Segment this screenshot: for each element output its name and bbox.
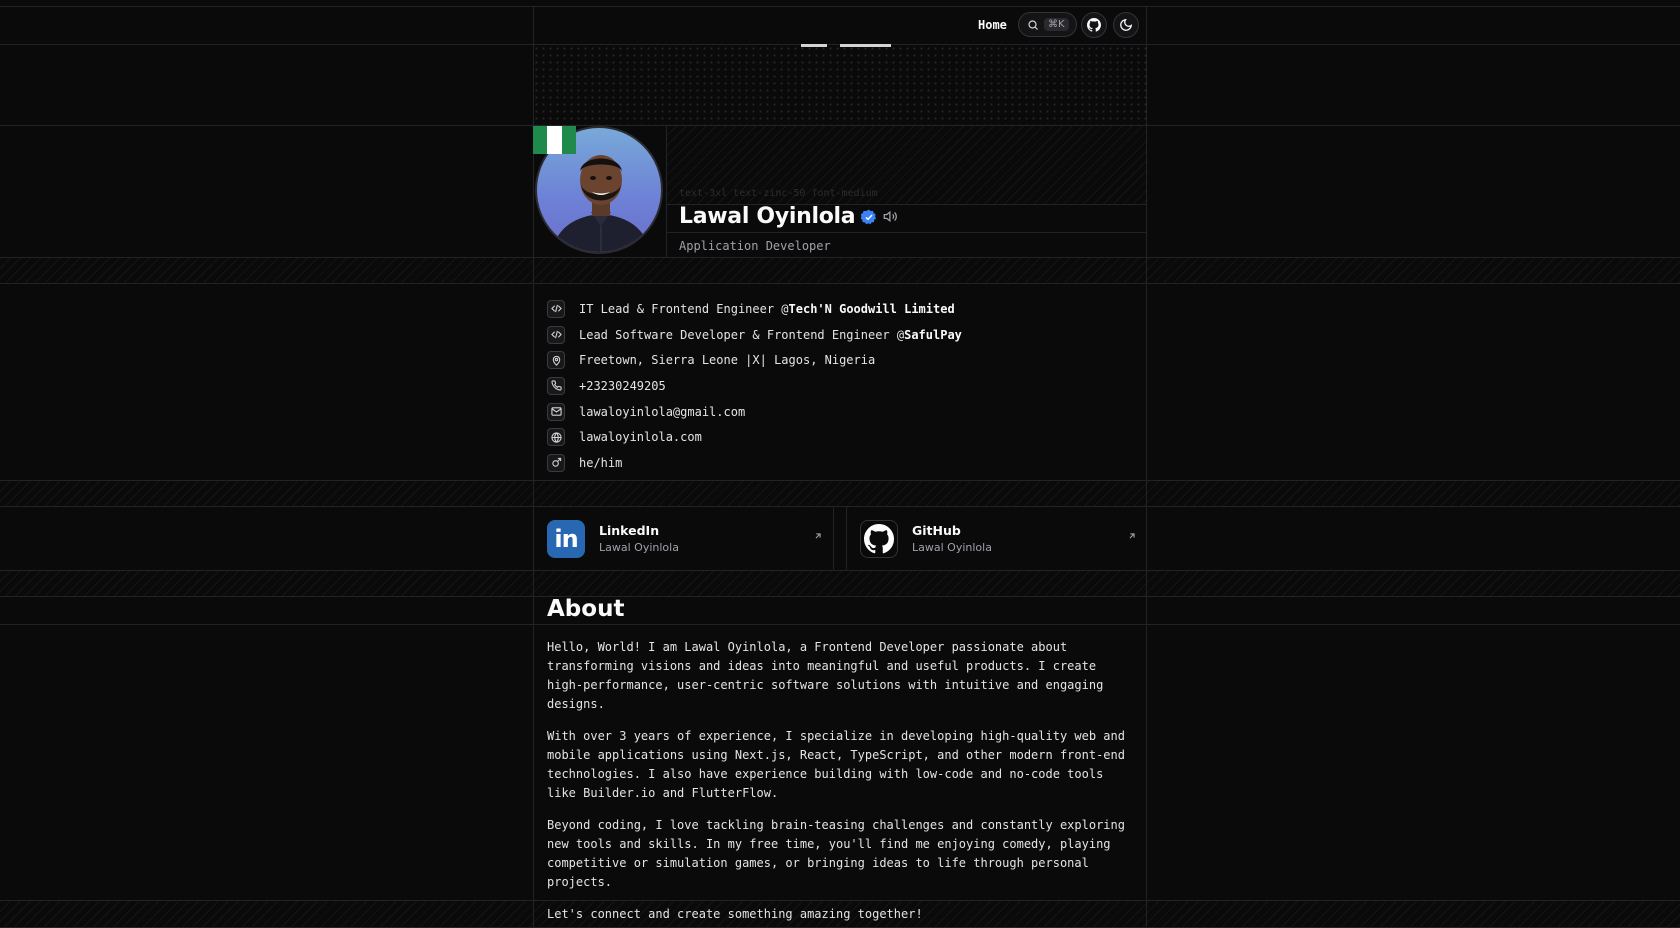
social-name: GitHub bbox=[912, 523, 961, 538]
about-heading: About bbox=[547, 596, 625, 622]
detail-row: +23230249205 bbox=[547, 373, 1127, 399]
social-name: LinkedIn bbox=[599, 523, 660, 538]
social-handle: Lawal Oyinlola bbox=[599, 541, 679, 554]
theme-toggle-button[interactable] bbox=[1113, 12, 1139, 38]
divider-band bbox=[0, 257, 1680, 284]
about-paragraph: Let's connect and create something amazi… bbox=[547, 907, 923, 921]
map-pin-icon bbox=[547, 351, 565, 370]
detail-row: he/him bbox=[547, 450, 1127, 476]
search-button[interactable]: ⌘K bbox=[1018, 12, 1077, 37]
profile-name: Lawal Oyinlola bbox=[679, 204, 856, 229]
social-github[interactable]: GitHub Lawal Oyinlola bbox=[846, 507, 1146, 570]
location-text: Freetown, Sierra Leone |X| Lagos, Nigeri… bbox=[579, 353, 876, 368]
site-header: Home ⌘K bbox=[533, 6, 1147, 45]
grid-line bbox=[0, 624, 1680, 625]
code-icon bbox=[547, 325, 565, 344]
about-paragraph: Hello, World! I am Lawal Oyinlola, a Fro… bbox=[547, 640, 1104, 711]
pronouns-text: he/him bbox=[579, 455, 623, 470]
divider-band bbox=[0, 570, 1680, 597]
about-paragraph: Beyond coding, I love tackling brain-tea… bbox=[547, 818, 1125, 889]
code-icon bbox=[547, 299, 565, 318]
verified-badge-icon bbox=[861, 209, 877, 224]
website-link[interactable]: lawaloyinlola.com bbox=[579, 430, 702, 444]
company-link[interactable]: SafulPay bbox=[904, 328, 962, 342]
detail-row: Lead Software Developer & Frontend Engin… bbox=[547, 322, 1127, 348]
flag-nigeria bbox=[533, 126, 576, 154]
social-linkedin[interactable]: in LinkedIn Lawal Oyinlola bbox=[533, 507, 833, 570]
grid-line bbox=[833, 507, 834, 570]
class-hint-text: text-3xl text-zinc-50 font-medium bbox=[679, 188, 878, 199]
nav-home-link[interactable]: Home bbox=[978, 18, 1007, 32]
arrow-up-right-icon bbox=[1129, 533, 1135, 539]
phone-icon bbox=[547, 376, 565, 395]
mail-icon bbox=[547, 402, 565, 421]
about-paragraph: With over 3 years of experience, I speci… bbox=[547, 729, 1125, 800]
github-icon bbox=[860, 520, 898, 558]
theme-toggle-icon bbox=[1120, 18, 1133, 31]
globe-icon bbox=[547, 428, 565, 447]
detail-row: Freetown, Sierra Leone |X| Lagos, Nigeri… bbox=[547, 347, 1127, 373]
github-icon bbox=[1087, 18, 1101, 32]
detail-text: IT Lead & Frontend Engineer @ bbox=[579, 301, 789, 316]
detail-row: IT Lead & Frontend Engineer @Tech'N Good… bbox=[547, 296, 1127, 322]
detail-text: Lead Software Developer & Frontend Engin… bbox=[579, 327, 905, 342]
speaker-icon[interactable] bbox=[883, 209, 898, 224]
company-link[interactable]: Tech'N Goodwill Limited bbox=[789, 302, 955, 316]
detail-row: lawaloyinlola.com bbox=[547, 424, 1127, 450]
social-handle: Lawal Oyinlola bbox=[912, 541, 992, 554]
detail-row: lawaloyinlola@gmail.com bbox=[547, 399, 1127, 425]
divider-band bbox=[0, 480, 1680, 507]
linkedin-icon: in bbox=[547, 520, 585, 558]
grid-line bbox=[666, 232, 1147, 233]
name-row: Lawal Oyinlola bbox=[679, 204, 898, 229]
github-button[interactable] bbox=[1081, 12, 1107, 38]
details-list: IT Lead & Frontend Engineer @Tech'N Good… bbox=[547, 296, 1127, 476]
about-body: Hello, World! I am Lawal Oyinlola, a Fro… bbox=[547, 638, 1137, 928]
dotted-banner bbox=[533, 45, 1147, 125]
search-shortcut: ⌘K bbox=[1044, 18, 1069, 31]
search-icon bbox=[1028, 19, 1038, 30]
mars-icon bbox=[547, 453, 565, 472]
email-link[interactable]: lawaloyinlola@gmail.com bbox=[579, 405, 745, 419]
profile-role: Application Developer bbox=[679, 239, 831, 253]
arrow-up-right-icon bbox=[815, 533, 821, 539]
phone-link[interactable]: +23230249205 bbox=[579, 379, 666, 393]
grid-line bbox=[666, 126, 667, 257]
avatar-container bbox=[533, 126, 666, 256]
